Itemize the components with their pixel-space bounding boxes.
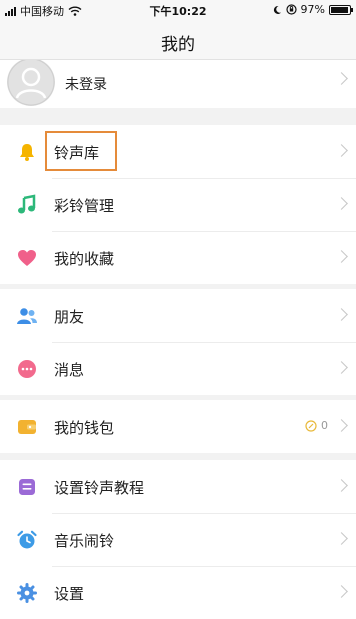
chevron-right-icon — [335, 361, 348, 374]
status-bar: 中国移动 下午10:22 97% — [0, 0, 356, 20]
menu-item-label: 音乐闹铃 — [54, 532, 115, 550]
chevron-right-icon — [335, 308, 348, 321]
wallet-icon — [18, 420, 36, 434]
chevron-right-icon — [335, 585, 348, 598]
default-avatar-icon — [7, 60, 55, 106]
settings-icon — [17, 583, 37, 603]
menu-item-music-alarm[interactable]: 音乐闹铃 — [0, 513, 356, 566]
menu-group-settings: 设置铃声教程 音乐闹铃 设置 — [0, 460, 356, 619]
menu-item-label: 彩铃管理 — [54, 197, 115, 215]
coin-balance: 0 — [305, 419, 328, 432]
highlight-box — [45, 131, 117, 171]
menu-item-friends[interactable]: 朋友 — [0, 289, 356, 342]
message-icon — [18, 360, 36, 378]
avatar[interactable] — [7, 60, 55, 106]
menu-item-my-wallet[interactable]: 我的钱包 0 — [0, 400, 356, 453]
profile-row[interactable]: 未登录 — [0, 60, 356, 108]
menu-item-label: 朋友 — [54, 308, 85, 326]
bell-body — [20, 144, 34, 157]
coin-icon — [305, 419, 317, 432]
menu-item-settings[interactable]: 设置 — [0, 566, 356, 619]
menu-group-content: 铃声库 彩铃管理 我的收藏 — [0, 125, 356, 284]
menu-group-wallet: 我的钱包 0 — [0, 400, 356, 453]
chevron-right-icon — [335, 197, 348, 210]
chevron-right-icon — [335, 532, 348, 545]
menu-item-ringtone-library[interactable]: 铃声库 — [0, 125, 356, 178]
alarm-clock-icon — [17, 530, 37, 549]
menu-item-label: 我的收藏 — [54, 250, 115, 268]
menu-item-label: 设置 — [54, 585, 85, 603]
navigation-bar: 我的 — [0, 20, 356, 60]
menu-item-label: 我的钱包 — [54, 419, 115, 437]
moon-icon — [273, 5, 281, 14]
menu-item-ringback-management[interactable]: 彩铃管理 — [0, 178, 356, 231]
music-note-icon — [18, 194, 36, 214]
chevron-right-icon — [335, 250, 348, 263]
menu-item-ringtone-tutorial[interactable]: 设置铃声教程 — [0, 460, 356, 513]
menu-item-messages[interactable]: 消息 — [0, 342, 356, 395]
chevron-right-icon — [335, 479, 348, 492]
chevron-right-icon — [335, 144, 348, 157]
orientation-lock-icon — [285, 4, 297, 15]
battery-icon — [329, 4, 353, 15]
coin-count: 0 — [321, 419, 328, 432]
heart-icon — [18, 250, 36, 266]
chevron-right-icon — [335, 419, 348, 432]
battery-percent: 97% — [300, 3, 325, 16]
menu-group-social: 朋友 消息 — [0, 289, 356, 395]
bell-icon — [20, 144, 34, 161]
login-status: 未登录 — [65, 77, 107, 93]
menu-item-label: 设置铃声教程 — [54, 479, 145, 497]
status-right: 97% — [272, 3, 353, 16]
menu-item-my-favorites[interactable]: 我的收藏 — [0, 231, 356, 284]
friends-icon — [17, 308, 37, 324]
chevron-right-icon — [335, 72, 348, 85]
tutorial-icon — [19, 479, 35, 495]
menu-item-label: 消息 — [54, 361, 85, 379]
page-title: 我的 — [161, 35, 195, 55]
